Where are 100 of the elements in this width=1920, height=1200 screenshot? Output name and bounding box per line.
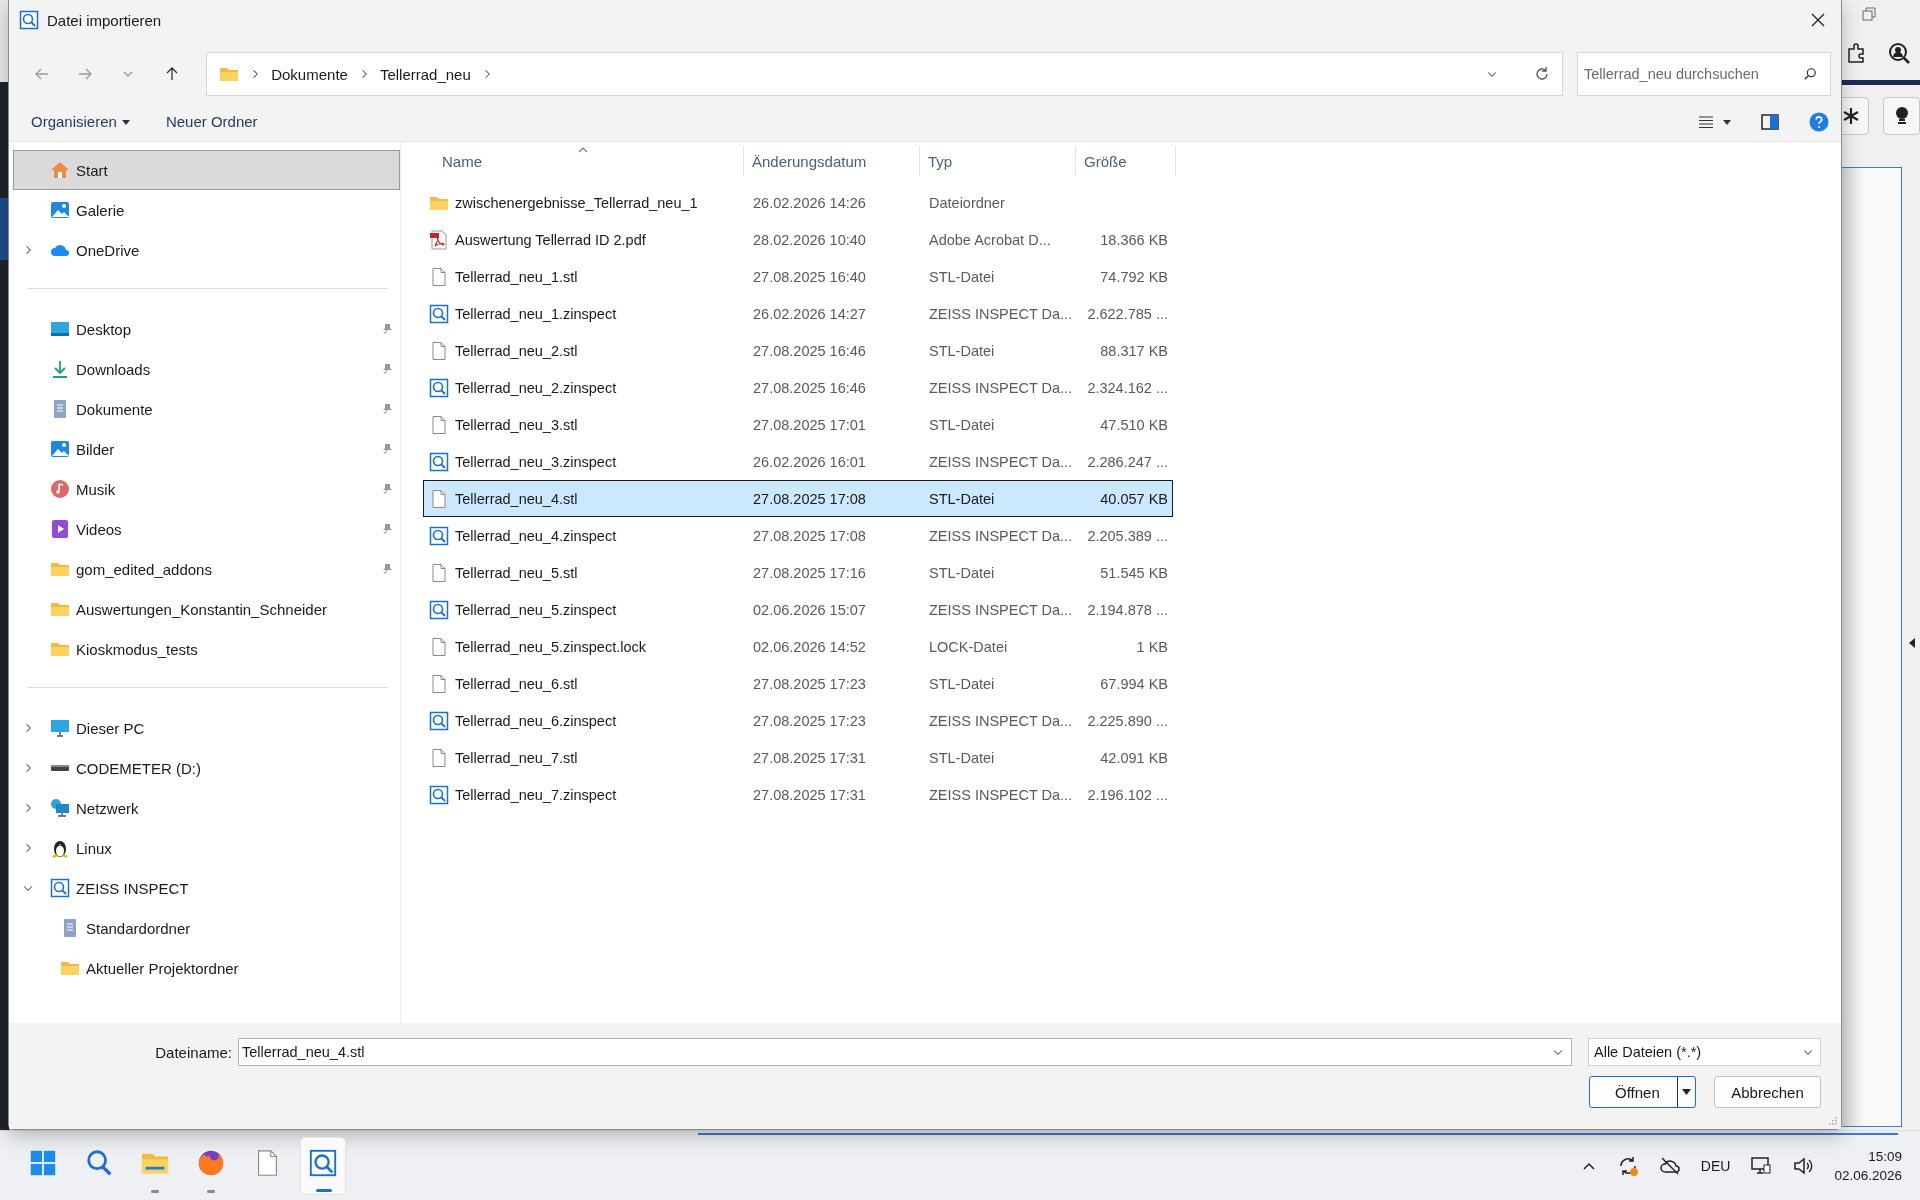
modified-date: 27.08.2025 17:31 (752, 786, 867, 803)
column-header[interactable]: Änderungsdatum (744, 146, 920, 176)
modified-date: 02.06.2026 15:07 (752, 601, 867, 618)
file-size: 2.194.878 ... (1087, 601, 1168, 618)
new-folder-button[interactable]: Neuer Ordner (165, 113, 258, 130)
desktop-icon (50, 319, 70, 339)
column-header[interactable]: Name (423, 146, 744, 176)
file-row[interactable]: Tellerrad_neu_3.zinspect 26.02.2026 16:01 ZEISS INSPECT Da... 2.286.247 ... (423, 443, 1173, 480)
file-icon (429, 747, 449, 768)
file-name: Tellerrad_neu_7.stl (455, 749, 578, 766)
file-name-field[interactable]: Tellerrad_neu_4.stl (238, 1038, 1572, 1066)
file-size: 18.366 KB (1100, 231, 1168, 248)
sidebar-item[interactable]: Videos (13, 509, 400, 549)
modified-date: 27.08.2025 17:23 (752, 712, 867, 729)
file-size: 1 KB (1136, 638, 1168, 655)
sidebar-item[interactable]: Netzwerk (13, 788, 400, 828)
file-name: zwischenergebnisse_Tellerrad_neu_1 (455, 194, 698, 211)
language-indicator[interactable]: DEU (1700, 1157, 1731, 1174)
file-row[interactable]: Auswertung Tellerrad ID 2.pdf 28.02.2026 10:40 Adobe Acrobat D... 18.366 KB (423, 221, 1173, 258)
sidebar-item[interactable]: Desktop (13, 309, 400, 349)
taskbar-app-button[interactable] (300, 1136, 346, 1195)
help-icon (1809, 111, 1829, 132)
open-button[interactable]: Öffnen (1589, 1076, 1696, 1108)
file-row[interactable]: Tellerrad_neu_4.zinspect 27.08.2025 17:08 ZEISS INSPECT Da... 2.205.389 ... (423, 517, 1173, 554)
cloud-off-icon[interactable] (1658, 1154, 1681, 1177)
sidebar-item[interactable]: Bilder (13, 429, 400, 469)
sidebar-item[interactable]: Galerie (13, 190, 400, 230)
file-type: Adobe Acrobat D... (928, 231, 1052, 248)
preview-pane-button[interactable] (1761, 113, 1779, 130)
caret-down-icon (1723, 117, 1731, 126)
file-type: STL-Datei (928, 749, 996, 766)
column-header[interactable]: Typ (920, 146, 1076, 176)
sidebar-item[interactable]: OneDrive (13, 230, 400, 270)
file-row[interactable]: Tellerrad_neu_2.stl 27.08.2025 16:46 STL-Datei 88.317 KB (423, 332, 1173, 369)
network-monitor-icon[interactable] (1750, 1154, 1773, 1177)
file-row[interactable]: Tellerrad_neu_6.zinspect 27.08.2025 17:23 ZEISS INSPECT Da... 2.225.890 ... (423, 702, 1173, 739)
sidebar-item[interactable]: Musik (13, 469, 400, 509)
sidebar-item[interactable]: CODEMETER (D:) (13, 748, 400, 788)
sidebar-item[interactable]: Downloads (13, 349, 400, 389)
breadcrumb[interactable]: Dokumente (271, 65, 348, 83)
sort-ascending-icon (578, 146, 588, 154)
file-row[interactable]: Tellerrad_neu_2.zinspect 27.08.2025 16:46 ZEISS INSPECT Da... 2.324.162 ... (423, 369, 1173, 406)
address-bar[interactable]: Dokumente Tellerrad_neu (206, 52, 1563, 96)
file-row[interactable]: Tellerrad_neu_1.zinspect 26.02.2026 14:27 ZEISS INSPECT Da... 2.622.785 ... (423, 295, 1173, 332)
file-row[interactable]: Tellerrad_neu_5.stl 27.08.2025 17:16 STL-Datei 51.545 KB (423, 554, 1173, 591)
cancel-button[interactable]: Abbrechen (1714, 1076, 1821, 1108)
file-name: Tellerrad_neu_1.zinspect (455, 305, 617, 322)
search-icon[interactable] (1803, 67, 1817, 81)
file-type: STL-Datei (928, 268, 996, 285)
modified-date: 27.08.2025 17:01 (752, 416, 867, 433)
file-icon (429, 673, 449, 694)
sidebar-item[interactable]: Start (13, 150, 400, 190)
modified-date: 26.02.2026 14:27 (752, 305, 867, 322)
file-row[interactable]: Tellerrad_neu_4.stl 27.08.2025 17:08 STL-Datei 40.057 KB (423, 480, 1173, 517)
file-row[interactable]: Tellerrad_neu_7.zinspect 27.08.2025 17:31 ZEISS INSPECT Da... 2.196.102 ... (423, 776, 1173, 813)
file-name: Tellerrad_neu_5.zinspect (455, 601, 617, 618)
file-row[interactable]: Tellerrad_neu_3.stl 27.08.2025 17:01 STL-Datei 47.510 KB (423, 406, 1173, 443)
file-row[interactable]: zwischenergebnisse_Tellerrad_neu_1 26.02.2026 14:26 Dateiordner (423, 184, 1173, 221)
sidebar-item[interactable]: gom_edited_addons (13, 549, 400, 589)
file-icon (429, 488, 449, 509)
sidebar-item[interactable]: Linux (13, 828, 400, 868)
clock[interactable]: 15:09 02.06.2026 (1834, 1146, 1902, 1185)
pdf-file-icon (429, 229, 449, 250)
sidebar-item[interactable]: Aktueller Projektordner (13, 948, 400, 988)
home-icon (50, 160, 70, 180)
file-row[interactable]: Tellerrad_neu_6.stl 27.08.2025 17:23 STL-Datei 67.994 KB (423, 665, 1173, 702)
toolbar-button[interactable] (1883, 97, 1920, 135)
help-button[interactable] (1809, 111, 1829, 132)
search-field[interactable]: Tellerrad_neu durchsuchen (1577, 52, 1831, 96)
magnifier-app-icon (429, 451, 449, 472)
sidebar-item[interactable]: Dokumente (13, 389, 400, 429)
file-name: Tellerrad_neu_2.zinspect (455, 379, 617, 396)
file-size: 51.545 KB (1100, 564, 1168, 581)
caret-down-icon (121, 117, 130, 126)
sidebar-item[interactable]: Standardordner (13, 908, 400, 948)
sidebar-item[interactable]: Dieser PC (13, 708, 400, 748)
organize-menu-button[interactable]: Organisieren (31, 113, 130, 130)
sidebar-item[interactable]: Kioskmodus_tests (13, 629, 400, 669)
magnifier-app-icon (429, 599, 449, 620)
column-header[interactable]: Größe (1076, 146, 1176, 176)
pin-icon (381, 323, 393, 335)
breadcrumb[interactable]: Tellerrad_neu (379, 65, 471, 83)
file-name: Tellerrad_neu_6.stl (455, 675, 578, 692)
file-row[interactable]: Tellerrad_neu_5.zinspect.lock 02.06.2026 14:52 LOCK-Datei 1 KB (423, 628, 1173, 665)
file-size: 47.510 KB (1100, 416, 1168, 433)
file-row[interactable]: Tellerrad_neu_1.stl 27.08.2025 16:40 STL-Datei 74.792 KB (423, 258, 1173, 295)
file-type-dropdown[interactable]: Alle Dateien (*.*) (1588, 1038, 1821, 1066)
sidebar-item[interactable]: ZEISS INSPECT (13, 868, 400, 908)
search-icon (84, 1147, 114, 1178)
view-menu-button[interactable] (1699, 114, 1731, 129)
file-row[interactable]: Tellerrad_neu_7.stl 27.08.2025 17:31 STL-Datei 42.091 KB (423, 739, 1173, 776)
sidebar-item[interactable]: Auswertungen_Konstantin_Schneider (13, 589, 400, 629)
file-row[interactable]: Tellerrad_neu_5.zinspect 02.06.2026 15:07 ZEISS INSPECT Da... 2.194.878 ... (423, 591, 1173, 628)
music-icon (50, 479, 70, 499)
modified-date: 02.06.2026 14:52 (752, 638, 867, 655)
user-magnifier-icon[interactable] (1888, 42, 1910, 64)
file-name: Tellerrad_neu_5.stl (455, 564, 578, 581)
bulb-icon (1893, 106, 1910, 126)
video-icon (50, 519, 70, 539)
refresh-icon[interactable] (1534, 66, 1550, 82)
